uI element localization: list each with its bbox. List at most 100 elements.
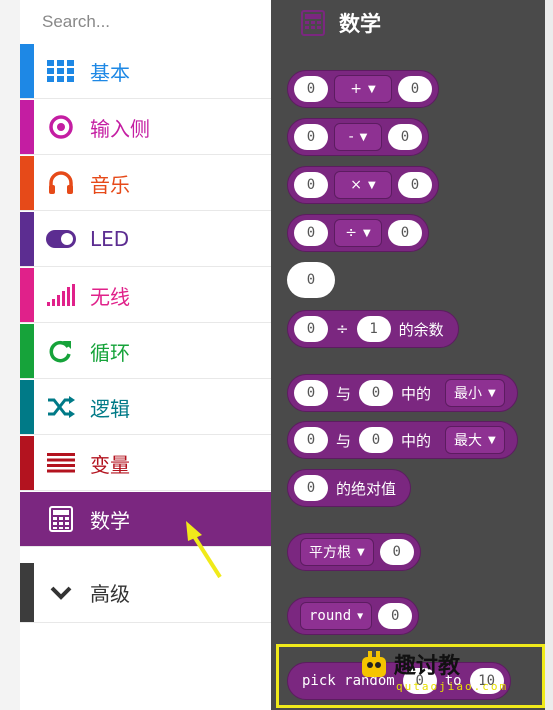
category-stripe xyxy=(20,436,34,490)
block-multiply[interactable]: 0 × ▼ 0 xyxy=(287,166,439,204)
shuffle-icon xyxy=(46,392,76,422)
category-logic[interactable]: 逻辑 xyxy=(20,380,271,435)
number-slot[interactable]: 0 xyxy=(398,76,432,102)
block-max[interactable]: 0 与 0 中的 最大 ▼ xyxy=(287,421,518,459)
dropdown-arrow-icon: ▼ xyxy=(363,227,371,239)
category-label: 高级 xyxy=(90,582,130,606)
category-label: 音乐 xyxy=(90,172,130,197)
block-min[interactable]: 0 与 0 中的 最小 ▼ xyxy=(287,374,518,412)
number-slot[interactable]: 0 xyxy=(388,124,422,150)
block-text: 的绝对值 xyxy=(336,479,397,498)
operator-label: - xyxy=(348,129,354,145)
category-label: 循环 xyxy=(90,340,130,365)
category-stripe xyxy=(20,380,34,434)
operator-dropdown[interactable]: × ▼ xyxy=(334,171,392,199)
category-stripe xyxy=(20,563,34,622)
dropdown-arrow-icon: ▼ xyxy=(368,83,376,95)
function-dropdown[interactable]: 最大 ▼ xyxy=(445,426,505,454)
search-bar xyxy=(20,0,271,44)
block-text: 与 xyxy=(336,384,352,403)
number-slot[interactable]: 0 xyxy=(388,220,422,246)
number-slot[interactable]: 1 xyxy=(356,316,391,342)
category-stripe xyxy=(20,100,34,154)
block-subtract[interactable]: 0 - ▼ 0 xyxy=(287,118,429,156)
category-separator xyxy=(20,549,271,561)
number-slot[interactable]: 0 xyxy=(359,380,394,406)
block-text: 中的 xyxy=(401,384,432,403)
flyout-header: 数学 xyxy=(301,8,381,38)
number-slot[interactable]: 0 xyxy=(398,172,432,198)
dropdown-arrow-icon: ▼ xyxy=(359,131,368,143)
flyout-title: 数学 xyxy=(339,12,381,36)
block-sqrt[interactable]: 平方根 ▼ 0 xyxy=(287,533,421,571)
number-slot[interactable]: 0 xyxy=(294,475,328,501)
number-slot[interactable]: 0 xyxy=(294,380,328,406)
dropdown-arrow-icon: ▼ xyxy=(357,610,364,622)
category-advanced[interactable]: 高级 xyxy=(20,563,271,623)
function-dropdown[interactable]: 最小 ▼ xyxy=(445,379,505,407)
category-label: 无线 xyxy=(90,284,130,309)
block-text: 与 xyxy=(336,431,352,450)
block-add[interactable]: 0 + ▼ 0 xyxy=(287,70,439,108)
lines-icon xyxy=(46,448,76,478)
category-label: 逻辑 xyxy=(90,396,130,421)
calculator-icon xyxy=(46,504,76,534)
block-round[interactable]: round ▼ 0 xyxy=(287,597,420,635)
operator-label: ÷ xyxy=(345,225,358,241)
category-led[interactable]: LED xyxy=(20,212,271,267)
operator-dropdown[interactable]: + ▼ xyxy=(334,75,392,103)
search-input[interactable] xyxy=(40,11,265,33)
number-slot[interactable]: 0 xyxy=(294,316,328,342)
function-dropdown[interactable]: round ▼ xyxy=(300,602,373,630)
block-divide[interactable]: 0 ÷ ▼ 0 xyxy=(287,214,429,252)
block-remainder[interactable]: 0 ÷ 1 的余数 xyxy=(287,310,459,348)
category-music[interactable]: 音乐 xyxy=(20,156,271,211)
block-text: 的余数 xyxy=(398,320,444,339)
number-slot[interactable]: 0 xyxy=(294,76,328,102)
watermark-url: qutaojiao.com xyxy=(396,680,509,693)
category-input[interactable]: 输入侧 xyxy=(20,100,271,155)
category-stripe xyxy=(20,156,34,210)
operator-label: × xyxy=(350,177,363,193)
category-label: 变量 xyxy=(90,452,130,477)
category-variables[interactable]: 变量 xyxy=(20,436,271,491)
headphones-icon xyxy=(46,168,76,198)
function-label: 最小 xyxy=(454,386,483,402)
operator-label: + xyxy=(350,81,363,97)
dropdown-arrow-icon: ▼ xyxy=(488,387,496,399)
category-basic[interactable]: 基本 xyxy=(20,44,271,99)
left-edge-strip xyxy=(0,0,20,710)
function-dropdown[interactable]: 平方根 ▼ xyxy=(300,538,374,566)
category-label: LED xyxy=(90,227,130,251)
number-slot[interactable]: 0 xyxy=(294,427,328,453)
category-stripe xyxy=(20,492,34,546)
category-stripe xyxy=(20,324,34,378)
dropdown-arrow-icon: ▼ xyxy=(368,179,376,191)
number-slot[interactable]: 0 xyxy=(378,603,413,629)
number-slot[interactable]: 0 xyxy=(359,427,394,453)
number-slot[interactable]: 0 xyxy=(379,539,414,565)
category-loops[interactable]: 循环 xyxy=(20,324,271,379)
block-number[interactable]: 0 xyxy=(287,262,335,298)
number-slot[interactable]: 0 xyxy=(294,124,328,150)
operator-text: ÷ xyxy=(336,320,349,338)
signal-bars-icon xyxy=(46,280,76,310)
category-label: 基本 xyxy=(90,60,130,85)
category-stripe xyxy=(20,268,34,322)
function-label: 平方根 xyxy=(309,545,351,561)
dropdown-arrow-icon: ▼ xyxy=(488,434,496,446)
pointer-arrow-icon xyxy=(186,521,222,579)
operator-dropdown[interactable]: - ▼ xyxy=(334,123,382,151)
operator-dropdown[interactable]: ÷ ▼ xyxy=(334,219,382,247)
calculator-icon xyxy=(301,10,325,36)
category-radio[interactable]: 无线 xyxy=(20,268,271,323)
flyout-scrollbar[interactable] xyxy=(545,0,553,710)
category-math[interactable]: 数学 xyxy=(20,492,271,547)
chevron-down-icon xyxy=(46,578,76,608)
number-slot[interactable]: 0 xyxy=(294,172,328,198)
refresh-icon xyxy=(46,336,76,366)
number-slot[interactable]: 0 xyxy=(294,220,328,246)
block-absolute[interactable]: 0 的绝对值 xyxy=(287,469,412,507)
category-label: 输入侧 xyxy=(90,116,150,141)
category-stripe xyxy=(20,44,34,98)
